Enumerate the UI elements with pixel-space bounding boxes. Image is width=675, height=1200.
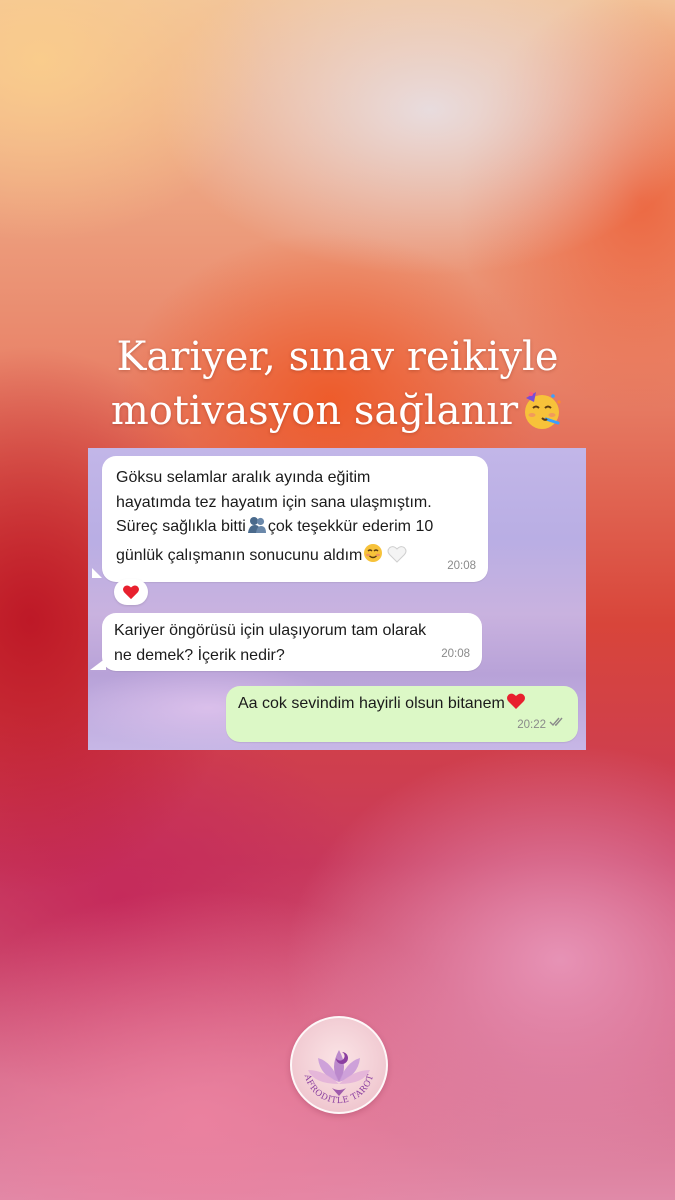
message-line: Süreç sağlıkla bitti çok teşekkür ederim… — [116, 515, 486, 543]
message-line: Kariyer öngörüsü için ulaşıyorum tam ola… — [114, 622, 427, 639]
read-double-check-icon — [549, 711, 566, 736]
message-line: günlük çalışmanın sonucunu aldım — [116, 543, 486, 572]
headline-line-1: Kariyer, sınav reikiyle — [116, 334, 559, 380]
brand-logo-text: AFRODITLE TAROT — [292, 1018, 386, 1117]
smiling-face-icon — [363, 543, 383, 572]
partying-face-icon — [520, 388, 564, 432]
bubble-tail — [90, 658, 106, 670]
people-hugging-icon — [247, 516, 267, 543]
message-time: 20:08 — [447, 559, 476, 572]
white-heart-icon — [387, 545, 407, 572]
message-line-part: çok teşekkür ederim 10 — [267, 518, 434, 535]
message-line-part: Aa cok sevindim hayirli olsun bitanem — [238, 695, 505, 712]
message-time: 20:08 — [441, 647, 470, 660]
headline-line-2: motivasyon sağlanır — [0, 384, 675, 438]
bubble-tail — [92, 568, 102, 578]
message-line: hayatımda tez hayatım için sana ulaşmışt… — [116, 493, 432, 511]
brand-logo: AFRODITLE TAROT — [290, 1016, 388, 1114]
headline: Kariyer, sınav reikiyle motivasyon sağla… — [0, 330, 675, 438]
chat-screenshot: Göksu selamlar aralık ayında eğitim haya… — [88, 448, 586, 750]
message-line-part: günlük çalışmanın sonucunu aldım — [116, 546, 363, 564]
message-line: Göksu selamlar aralık ayında eğitim — [116, 469, 371, 486]
message-time: 20:22 — [517, 718, 546, 731]
message-line: ne demek? İçerik nedir? — [114, 646, 285, 664]
outgoing-message[interactable]: Aa cok sevindim hayirli olsun bitanem 20… — [226, 686, 578, 742]
incoming-message[interactable]: Göksu selamlar aralık ayında eğitim haya… — [102, 456, 488, 582]
headline-line-2-text: motivasyon sağlanır — [110, 388, 519, 434]
message-reaction[interactable] — [114, 579, 148, 605]
incoming-message[interactable]: Kariyer öngörüsü için ulaşıyorum tam ola… — [102, 613, 482, 671]
message-line-part: Süreç sağlıkla bitti — [116, 518, 246, 535]
red-heart-icon — [122, 584, 140, 605]
message-line: Aa cok sevindim hayirli olsun bitanem — [238, 692, 526, 719]
svg-text:AFRODITLE TAROT: AFRODITLE TAROT — [301, 1072, 376, 1106]
